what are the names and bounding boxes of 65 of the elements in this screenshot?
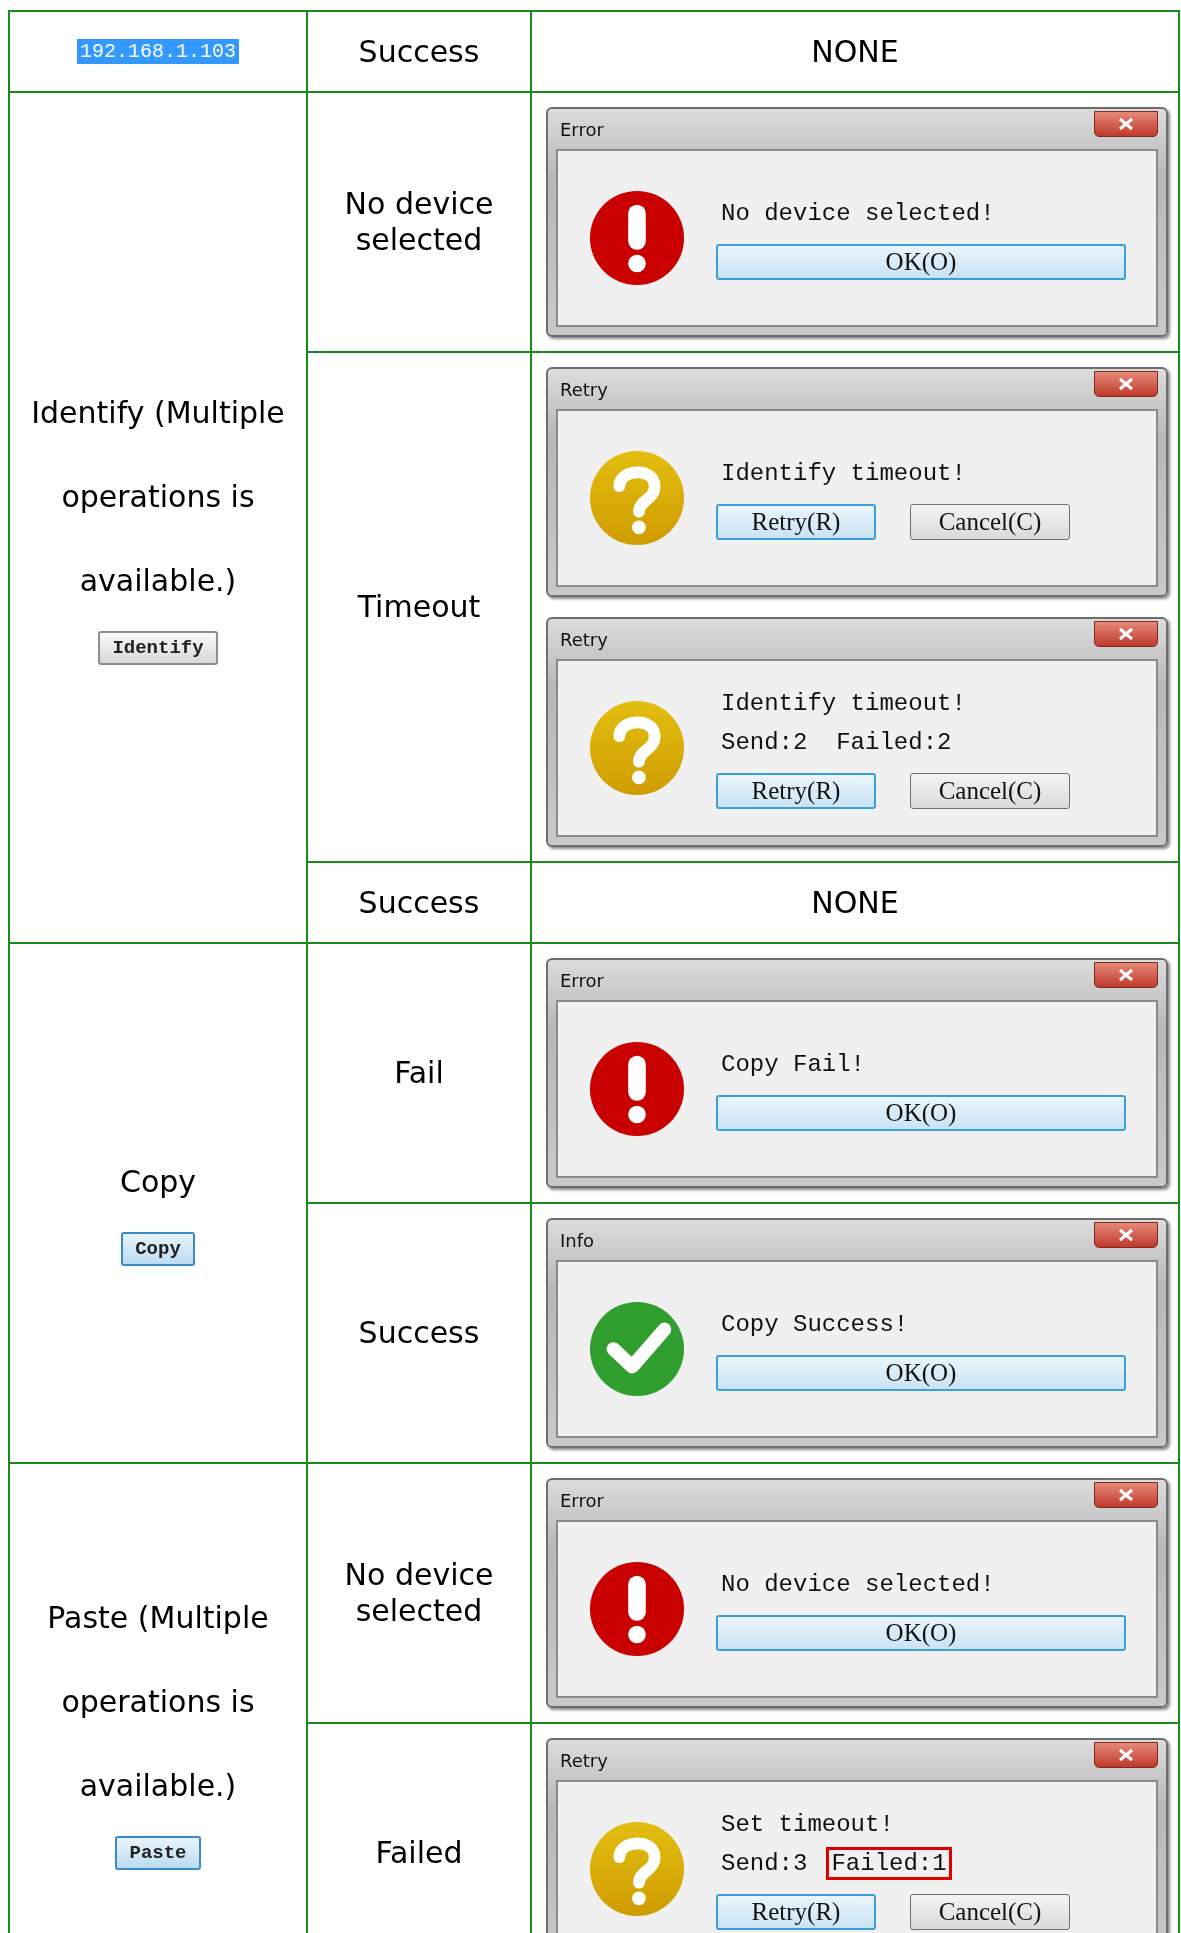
result-text: Success — [357, 884, 481, 921]
highlighted-message: Failed:1 — [826, 1847, 952, 1880]
close-button[interactable] — [1094, 962, 1158, 988]
close-icon — [1117, 377, 1135, 391]
exclamation-icon — [588, 189, 686, 287]
close-button[interactable] — [1094, 111, 1158, 137]
close-button[interactable] — [1094, 621, 1158, 647]
result-text: No device selected — [343, 186, 495, 258]
close-icon — [1117, 627, 1135, 641]
dialog-message: Copy Success! — [720, 1309, 910, 1340]
dialog-button[interactable]: Retry(R) — [716, 773, 876, 809]
close-icon — [1117, 1748, 1135, 1762]
dialog-title: Info — [559, 1229, 595, 1251]
close-button[interactable] — [1094, 1742, 1158, 1768]
close-icon — [1117, 1488, 1135, 1502]
question-mark-icon — [588, 449, 686, 547]
dialog-title: Error — [559, 969, 604, 991]
close-button[interactable] — [1094, 371, 1158, 397]
question-mark-icon — [588, 1820, 686, 1918]
dialog-button[interactable]: OK(O) — [716, 243, 1126, 280]
checkmark-icon — [588, 1300, 686, 1398]
close-button[interactable] — [1094, 1222, 1158, 1248]
dialog-title: Error — [559, 118, 604, 140]
dialog-button[interactable]: Retry(R) — [716, 503, 876, 540]
dialog-message: Identify timeout! — [720, 689, 967, 719]
close-button[interactable] — [1094, 1482, 1158, 1508]
exclamation-icon — [588, 1560, 686, 1658]
dialog-button[interactable]: Cancel(C) — [910, 773, 1070, 809]
result-text: Failed — [374, 1835, 464, 1871]
result-text: No device selected — [343, 1557, 495, 1629]
dialog-button[interactable]: OK(O) — [716, 1614, 1126, 1651]
dialog-title: Retry — [559, 1749, 608, 1771]
dialog-message: Set timeout! — [720, 1810, 895, 1840]
dialog-message: No device selected! — [720, 1569, 996, 1600]
operation-label: Copy — [118, 1163, 198, 1201]
dialog-title: Retry — [559, 378, 608, 400]
response-text: NONE — [810, 884, 900, 921]
ip-address-text: 192.168.1.103 — [77, 39, 239, 64]
dialog-message: Identify timeout! — [720, 458, 967, 489]
result-text: Success — [357, 33, 481, 70]
dialog-title: Retry — [559, 628, 608, 650]
dialog-button[interactable]: OK(O) — [716, 1094, 1126, 1131]
dialog-title: Error — [559, 1489, 604, 1511]
operation-button[interactable]: Identify — [98, 630, 218, 665]
operation-label: Identify (Multiple operations is available.) — [30, 393, 286, 600]
dialog-button[interactable]: Retry(R) — [716, 1894, 876, 1930]
question-mark-icon — [588, 699, 686, 797]
dialog-message: No device selected! — [720, 198, 996, 229]
result-text: Success — [357, 1315, 481, 1351]
dialog-message: Send:2 Failed:2 — [720, 728, 953, 758]
operation-button[interactable]: Copy — [121, 1232, 195, 1266]
response-text: NONE — [810, 33, 900, 70]
result-text: Fail — [393, 1055, 445, 1091]
operation-button[interactable]: Paste — [115, 1836, 201, 1870]
close-icon — [1117, 968, 1135, 982]
dialog-button[interactable]: OK(O) — [716, 1354, 1126, 1391]
result-text: Timeout — [356, 589, 482, 625]
close-icon — [1117, 1228, 1135, 1242]
dialog-message: Copy Fail! — [720, 1049, 867, 1080]
close-icon — [1117, 117, 1135, 131]
operation-label: Paste (Multiple operations is available.) — [46, 1599, 270, 1805]
exclamation-icon — [588, 1040, 686, 1138]
dialog-message: Send:3 — [720, 1849, 809, 1879]
dialog-button[interactable]: Cancel(C) — [910, 1894, 1070, 1930]
dialog-button[interactable]: Cancel(C) — [910, 503, 1070, 540]
